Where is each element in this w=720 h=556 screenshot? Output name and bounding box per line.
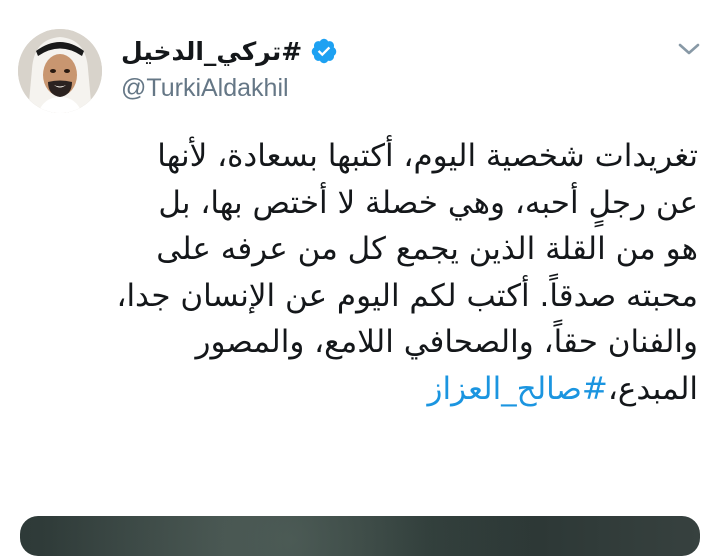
tweet-text-prefix: المبدع، bbox=[607, 370, 698, 407]
tweet-text-line: والفنان حقاً، والصحافي اللامع، والمصور bbox=[195, 324, 699, 360]
avatar-photo bbox=[18, 29, 102, 113]
tweet-text-last-line: المبدع،#صالح_العزاز bbox=[18, 366, 698, 413]
tweet-text: تغريدات شخصية اليوم، أكتبها بسعادة، لأنه… bbox=[18, 133, 698, 412]
display-name[interactable]: #تركي_الدخيل bbox=[121, 37, 302, 66]
verified-badge-icon bbox=[311, 38, 337, 64]
user-handle[interactable]: @TurkiAldakhil bbox=[121, 74, 289, 103]
hashtag-link[interactable]: #صالح_العزاز bbox=[427, 371, 607, 407]
tweet-text-line: محبته صدقاً. أكتب لكم اليوم عن الإنسان ج… bbox=[116, 277, 698, 314]
tweet-media-image[interactable] bbox=[20, 516, 700, 556]
avatar[interactable] bbox=[18, 29, 102, 113]
tweet-card: #تركي_الدخيل @TurkiAldakhil تغريدات شخصي… bbox=[0, 0, 720, 556]
author-name-row[interactable]: #تركي_الدخيل bbox=[121, 34, 338, 68]
chevron-down-icon[interactable] bbox=[676, 38, 702, 60]
tweet-text-line: تغريدات شخصية اليوم، أكتبها بسعادة، لأنه… bbox=[157, 138, 698, 174]
tweet-text-line: عن رجلٍ أحبه، وهي خصلة لا أختص بها، بل bbox=[158, 184, 698, 221]
tweet-text-line: هو من القلة الذين يجمع كل من عرفه على bbox=[156, 231, 698, 267]
